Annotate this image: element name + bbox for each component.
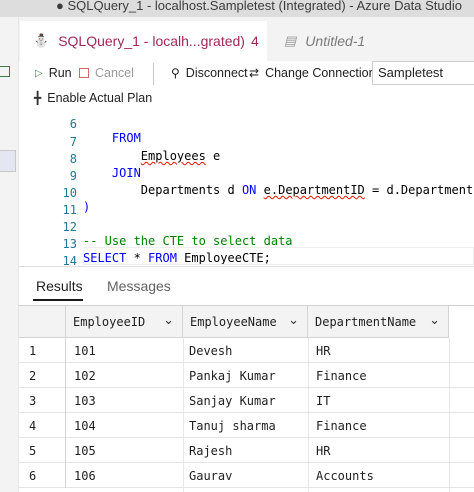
line-number: 14 bbox=[62, 254, 77, 266]
row-number-cell: 2 bbox=[19, 363, 66, 388]
enable-plan-label: Enable Actual Plan bbox=[47, 91, 153, 105]
chevron-down-icon[interactable]: ⌄ bbox=[288, 313, 299, 328]
run-button[interactable]: ▷ Run bbox=[35, 65, 72, 81]
row-number-header bbox=[19, 306, 66, 338]
column-header-label: DepartmentName bbox=[315, 315, 417, 329]
table-row[interactable]: 1 101 Devesh HR bbox=[19, 338, 474, 363]
cell-employeeid[interactable]: 102 bbox=[74, 369, 96, 383]
cell-departmentname[interactable]: HR bbox=[316, 444, 330, 458]
code-line: 14 bbox=[19, 240, 474, 266]
table-row[interactable]: 5 105 Rajesh HR bbox=[19, 438, 474, 463]
code-line: 6 FROM bbox=[19, 113, 474, 145]
results-tab-bar: Results Messages bbox=[19, 268, 474, 302]
cell-departmentname[interactable]: IT bbox=[316, 394, 330, 408]
window-title: ● SQLQuery_1 - localhost.Sampletest (Int… bbox=[56, 0, 462, 13]
table-row[interactable]: 3 103 Sanjay Kumar IT bbox=[19, 388, 474, 413]
code-line: 7 Employees e bbox=[19, 121, 474, 163]
stop-icon bbox=[79, 68, 89, 78]
cancel-label: Cancel bbox=[95, 66, 134, 80]
sql-editor[interactable]: 6 FROM 7 Employees e 8 JOIN 9 Department… bbox=[19, 113, 474, 266]
table-row[interactable]: 4 104 Tanuj sharma Finance bbox=[19, 413, 474, 438]
cell-employeename[interactable]: Rajesh bbox=[189, 444, 232, 458]
cell-employeename[interactable]: Pankaj Kumar bbox=[189, 369, 276, 383]
run-label: Run bbox=[48, 66, 72, 80]
code-line: 9 Departments d ON e.DepartmentID = d.De… bbox=[19, 155, 474, 197]
cell-departmentname[interactable]: HR bbox=[316, 344, 330, 358]
change-connection-button[interactable]: ⇄ Change Connection bbox=[249, 65, 376, 81]
toolbar-separator bbox=[153, 63, 154, 85]
active-tab-underline bbox=[33, 299, 83, 301]
cell-employeename[interactable]: Devesh bbox=[189, 344, 232, 358]
database-icon: ⛄ bbox=[33, 33, 50, 48]
cell-employeeid[interactable]: 105 bbox=[74, 444, 96, 458]
column-header-label: EmployeeID bbox=[73, 315, 146, 329]
cell-departmentname[interactable]: Accounts bbox=[316, 469, 374, 483]
table-row[interactable]: 2 102 Pankaj Kumar Finance bbox=[19, 363, 474, 388]
tab-problem-count: 4 bbox=[250, 33, 259, 49]
cancel-button[interactable]: Cancel bbox=[79, 65, 134, 81]
edge-selected-item[interactable] bbox=[0, 150, 16, 172]
code-line: 12 -- Use the CTE to select data bbox=[19, 206, 474, 248]
cell-employeename[interactable]: Sanjay Kumar bbox=[189, 394, 276, 408]
chevron-down-icon[interactable]: ⌄ bbox=[163, 313, 174, 328]
code-line: 8 JOIN bbox=[19, 138, 474, 180]
disconnect-label: Disconnect bbox=[185, 66, 248, 80]
cell-employeeid[interactable]: 101 bbox=[74, 344, 96, 358]
change-connection-label: Change Connection bbox=[265, 66, 376, 80]
tab-sqlquery-1[interactable]: ⛄ SQLQuery_1 - localh...grated) 4 bbox=[20, 21, 267, 61]
tab-results[interactable]: Results bbox=[36, 278, 83, 294]
file-icon: ▤ bbox=[284, 33, 297, 48]
cell-employeename[interactable]: Tanuj sharma bbox=[189, 419, 276, 433]
row-number-cell: 4 bbox=[19, 413, 66, 438]
column-header-employeeid[interactable]: EmployeeID ⌄ bbox=[66, 306, 183, 338]
tab-label: Untitled-1 bbox=[305, 33, 366, 49]
chevron-down-icon[interactable]: ⌄ bbox=[429, 313, 440, 328]
cell-employeeid[interactable]: 103 bbox=[74, 394, 96, 408]
edge-indicator-icon bbox=[0, 66, 10, 77]
code-line: 13 SELECT * FROM EmployeeCTE; bbox=[19, 223, 474, 265]
play-icon: ▷ bbox=[35, 67, 43, 79]
table-row[interactable]: 6 106 Gaurav Accounts bbox=[19, 463, 474, 488]
cell-departmentname[interactable]: Finance bbox=[316, 419, 367, 433]
plan-icon: ╋ bbox=[34, 91, 42, 105]
activity-edge bbox=[0, 17, 19, 492]
enable-actual-plan-button[interactable]: ╋ Enable Actual Plan bbox=[34, 90, 152, 106]
tab-untitled-1[interactable]: ▤ Untitled-1 bbox=[268, 21, 473, 61]
window-titlebar: ● SQLQuery_1 - localhost.Sampletest (Int… bbox=[0, 0, 474, 17]
plug-icon: ⚲ bbox=[171, 66, 180, 80]
panel-divider[interactable] bbox=[19, 266, 474, 267]
row-number-cell: 6 bbox=[19, 463, 66, 488]
column-header-label: EmployeeName bbox=[190, 315, 277, 329]
column-header-employeename[interactable]: EmployeeName ⌄ bbox=[183, 306, 308, 338]
tab-messages[interactable]: Messages bbox=[107, 278, 171, 294]
results-grid[interactable]: EmployeeID ⌄ EmployeeName ⌄ DepartmentNa… bbox=[19, 305, 474, 492]
cell-employeeid[interactable]: 106 bbox=[74, 469, 96, 483]
row-number-cell: 1 bbox=[19, 338, 66, 363]
tab-label: SQLQuery_1 - localh...grated) bbox=[58, 33, 245, 49]
column-header-departmentname[interactable]: DepartmentName ⌄ bbox=[308, 306, 449, 338]
code-line: 10 ) bbox=[19, 172, 474, 214]
code-line: 11 bbox=[19, 189, 474, 217]
cell-departmentname[interactable]: Finance bbox=[316, 369, 367, 383]
database-select[interactable]: Sampletest bbox=[372, 61, 474, 85]
disconnect-button[interactable]: ⚲ Disconnect bbox=[171, 65, 248, 81]
cell-employeeid[interactable]: 104 bbox=[74, 419, 96, 433]
row-number-cell: 3 bbox=[19, 388, 66, 413]
cell-employeename[interactable]: Gaurav bbox=[189, 469, 232, 483]
row-number-cell: 5 bbox=[19, 438, 66, 463]
query-toolbar: ▷ Run Cancel ⚲ Disconnect ⇄ Change Conne… bbox=[19, 61, 474, 113]
change-connection-icon: ⇄ bbox=[249, 66, 260, 80]
